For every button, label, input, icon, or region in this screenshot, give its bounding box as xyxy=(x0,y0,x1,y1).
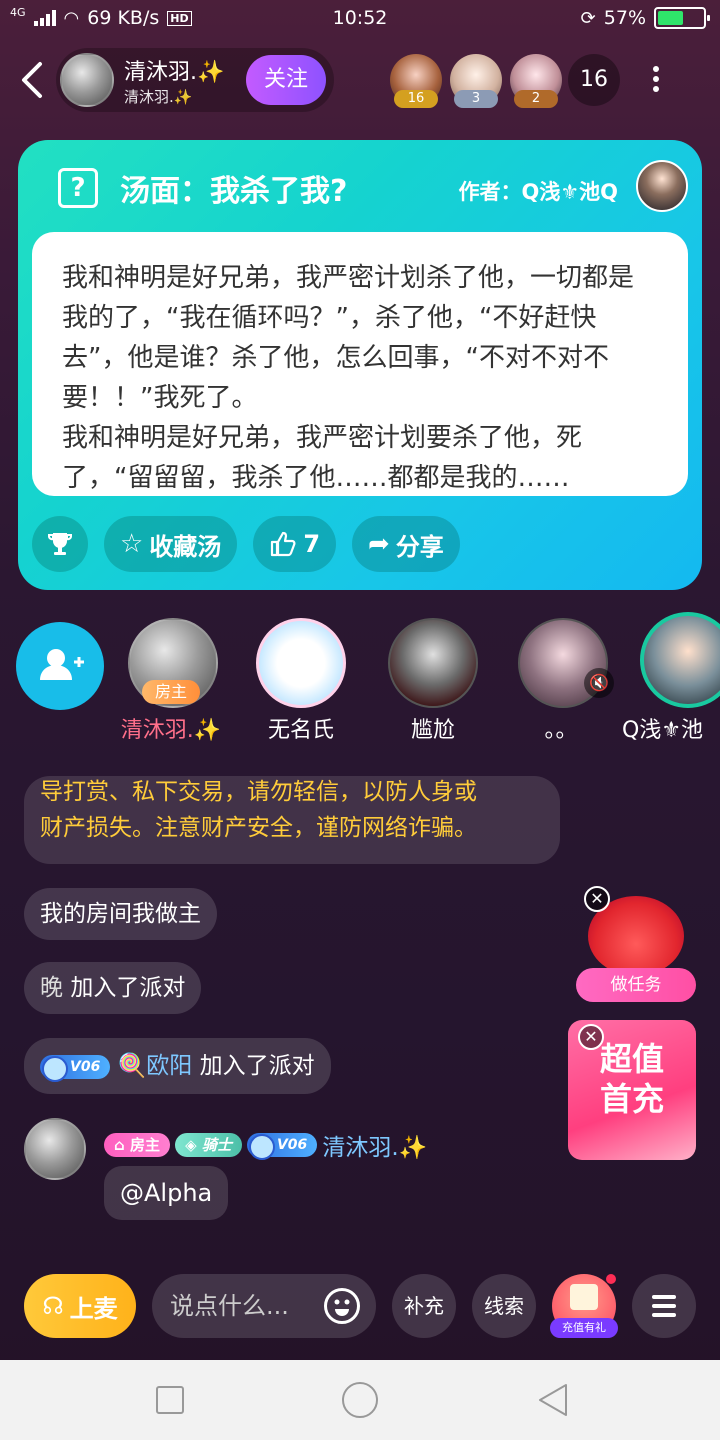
more-options-icon[interactable] xyxy=(646,62,666,102)
share-label: 分享 xyxy=(395,532,444,561)
host-tag-label: 房主 xyxy=(129,1136,160,1154)
sofa-icon: ☊ xyxy=(42,1292,64,1320)
host-name: 清沐羽.✨ xyxy=(124,60,225,85)
join-message-1[interactable]: 晚 加入了派对 xyxy=(24,962,202,1014)
system-nav-bar xyxy=(0,1360,720,1440)
question-icon: ? xyxy=(58,168,98,208)
charge-gift-icon xyxy=(570,1284,598,1310)
emoji-face xyxy=(334,1299,350,1316)
puzzle-header: ? 汤面：我杀了我? xyxy=(58,166,347,210)
seat-4-name: 。。 xyxy=(544,718,578,743)
chat-message[interactable]: 我的房间我做主 xyxy=(24,888,217,940)
join-mic-label: 上麦 xyxy=(69,1294,118,1323)
close-task-promo-icon[interactable]: ✕ xyxy=(584,886,610,912)
seat-1-name: 清沐羽.✨ xyxy=(120,718,222,743)
audience-count[interactable]: 16 xyxy=(568,54,620,106)
join-user-2[interactable]: 🍭欧阳 xyxy=(118,1053,193,1079)
notification-dot xyxy=(606,1274,616,1284)
seat-5-avatar[interactable] xyxy=(640,612,720,708)
notice-line-2: 财产损失。注意财产安全，谨防网络诈骗。 xyxy=(40,815,477,841)
battery-percent: 57% xyxy=(603,7,646,29)
top-fan-3-badge: 2 xyxy=(514,90,558,108)
top-fan-2-badge: 3 xyxy=(454,90,498,108)
task-gift-promo[interactable]: 做任务 ✕ xyxy=(576,886,696,1012)
menu-icon[interactable] xyxy=(632,1274,696,1338)
seat-3-avatar[interactable] xyxy=(388,618,478,708)
like-count: 7 xyxy=(303,530,321,558)
first-charge-line-2: 首充 xyxy=(599,1080,664,1118)
seat-2-name: 无名氏 xyxy=(267,718,334,743)
join-message-2[interactable]: V06 🍭欧阳 加入了派对 xyxy=(24,1038,331,1094)
sender-vip-badge: V06 xyxy=(246,1133,318,1160)
sender-message[interactable]: @Alpha xyxy=(104,1166,229,1220)
host-seat-badge: 房主 xyxy=(142,680,200,704)
join-user-1: 晚 xyxy=(40,975,63,1001)
emoji-icon[interactable] xyxy=(324,1288,360,1324)
follow-button[interactable]: 关注 xyxy=(246,55,326,105)
knight-tag-label: 骑士 xyxy=(201,1136,232,1154)
home-icon[interactable] xyxy=(342,1382,378,1418)
star-icon: ☆ xyxy=(120,529,144,559)
back-icon[interactable] xyxy=(536,1382,570,1418)
top-fan-1-badge: 16 xyxy=(394,90,438,108)
join-text-2: 加入了派对 xyxy=(199,1053,315,1079)
collect-soup-button[interactable]: ☆ 收藏汤 xyxy=(104,516,238,572)
share-button[interactable]: ➦ 分享 xyxy=(352,516,460,572)
host-id: 清沐羽.✨ xyxy=(124,88,193,106)
charge-gift-label: 充值有礼 xyxy=(550,1318,618,1338)
sender-tags: ⌂ 房主 ◈ 骑士 V06 清沐羽.✨ xyxy=(104,1128,427,1162)
sender-avatar[interactable] xyxy=(24,1118,86,1180)
seat-5-name: Q浅⚜池 xyxy=(622,718,704,743)
safety-notice: 导打赏、私下交易，请勿轻信，以防人身或 财产损失。注意财产安全，谨防网络诈骗。 xyxy=(24,776,560,864)
share-icon: ➦ xyxy=(368,529,390,559)
battery-icon xyxy=(654,7,710,29)
host-info-pill[interactable]: 清沐羽.✨ 清沐羽.✨ 关注 xyxy=(56,48,334,112)
thumbs-up-icon xyxy=(271,531,296,557)
trophy-button[interactable] xyxy=(32,516,88,572)
status-right: ⟳ 57% xyxy=(580,7,710,29)
notice-line-1: 导打赏、私下交易，请勿轻信，以防人身或 xyxy=(40,779,477,805)
first-charge-promo[interactable]: 超值 首充 ✕ xyxy=(568,1020,696,1160)
seat-3-name: 尴尬 xyxy=(410,718,455,743)
status-bar: 4G ◠ 69 KB/s HD 10:52 ⟳ 57% xyxy=(0,0,720,40)
collect-soup-label: 收藏汤 xyxy=(149,532,222,561)
seat-2-avatar[interactable] xyxy=(256,618,346,708)
lock-rotation-icon: ⟳ xyxy=(580,7,596,29)
join-mic-button[interactable]: ☊ 上麦 xyxy=(24,1274,136,1338)
host-avatar[interactable] xyxy=(60,53,114,107)
sender-name[interactable]: 清沐羽.✨ xyxy=(322,1135,427,1161)
clue-button[interactable]: 线索 xyxy=(472,1274,536,1338)
join-text-1: 加入了派对 xyxy=(70,975,186,1001)
supplement-button[interactable]: 补充 xyxy=(392,1274,456,1338)
back-arrow-icon[interactable] xyxy=(18,60,48,100)
invite-to-seat-button[interactable] xyxy=(16,622,104,710)
like-button[interactable]: 7 xyxy=(253,516,337,572)
recent-apps-icon[interactable] xyxy=(156,1386,184,1414)
trophy-icon xyxy=(48,533,72,555)
author-avatar[interactable] xyxy=(636,160,688,212)
puzzle-title: 汤面：我杀了我? xyxy=(120,174,348,209)
puzzle-author[interactable]: 作者：Q浅⚜池Q xyxy=(458,176,618,206)
vip-level-badge: V06 xyxy=(40,1054,111,1082)
puzzle-card: ? 汤面：我杀了我? 作者：Q浅⚜池Q 我和神明是好兄弟，我严密计划杀了他，一切… xyxy=(18,140,702,590)
knight-tag: ◈ 骑士 xyxy=(175,1133,242,1157)
task-label: 做任务 xyxy=(576,968,696,1002)
puzzle-story[interactable]: 我和神明是好兄弟，我严密计划杀了他，一切都是我的了，“我在循环吗？”，杀了他，“… xyxy=(32,232,688,496)
charge-gift-button[interactable]: 充值有礼 xyxy=(550,1274,618,1338)
close-charge-promo-icon[interactable]: ✕ xyxy=(578,1024,604,1050)
puzzle-actions: ☆ 收藏汤 7 ➦ 分享 xyxy=(32,516,460,572)
muted-mic-icon: 🔇 xyxy=(584,668,614,698)
host-tag: ⌂ 房主 xyxy=(104,1133,170,1157)
add-user-icon xyxy=(40,649,84,680)
puzzle-story-text: 我和神明是好兄弟，我严密计划杀了他，一切都是我的了，“我在循环吗？”，杀了他，“… xyxy=(62,263,635,493)
